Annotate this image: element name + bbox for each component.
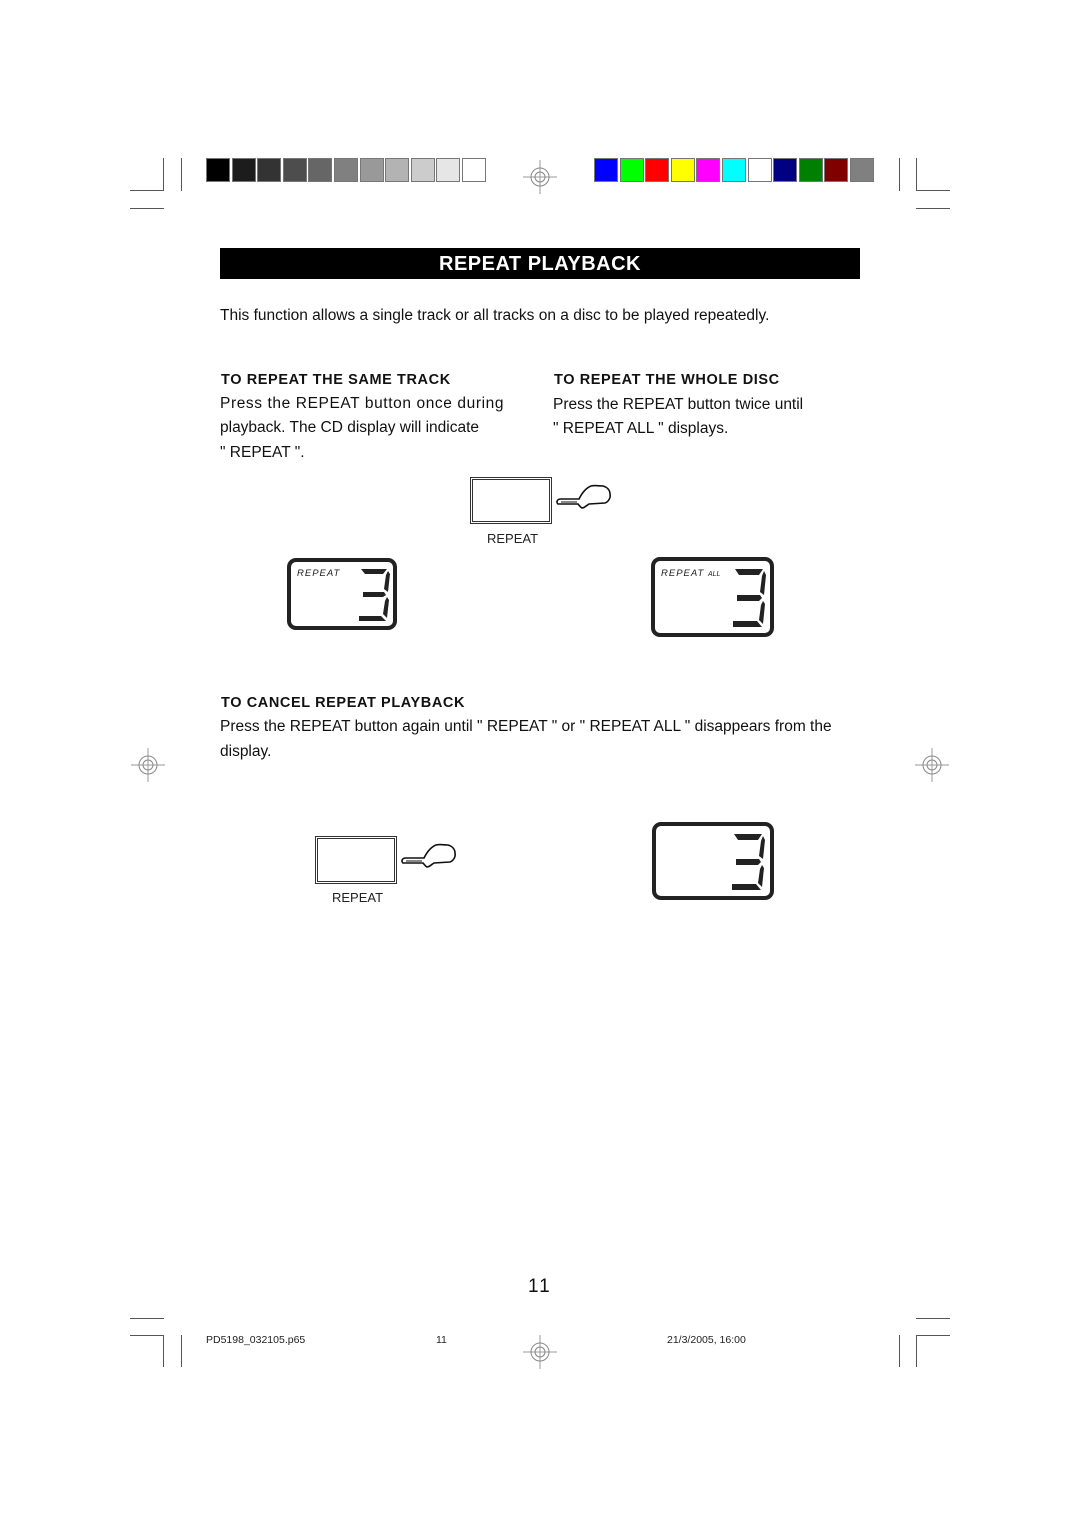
- lcd-digit-3: [359, 569, 390, 621]
- color-swatch: [850, 158, 874, 182]
- color-swatch: [798, 158, 823, 182]
- same-track-line-3: " REPEAT ".: [220, 444, 305, 461]
- whole-disc-line-1: Press the REPEAT button twice until: [553, 396, 804, 413]
- color-swatch: [594, 158, 618, 182]
- color-swatch: [257, 158, 282, 182]
- registration-mark-icon: [131, 748, 165, 782]
- intro-text: This function allows a single track or a…: [220, 307, 770, 324]
- same-track-heading: TO REPEAT THE SAME TRACK: [221, 372, 451, 388]
- color-swatch: [436, 158, 461, 182]
- footer-file-name: PD5198_032105.p65: [206, 1334, 306, 1346]
- lcd-display-cleared: [652, 822, 774, 900]
- registration-mark-icon: [523, 1335, 557, 1369]
- registration-mark-icon: [915, 748, 949, 782]
- registration-mark-icon: [523, 160, 557, 194]
- color-swatch: [410, 158, 435, 182]
- lcd-digit-3: [733, 569, 766, 627]
- lcd-indicator-repeat: REPEAT: [297, 568, 341, 579]
- cancel-line-2: display.: [220, 743, 272, 760]
- repeat-button-illustration: [470, 477, 552, 524]
- pointing-hand-icon: [401, 843, 456, 868]
- color-swatch: [722, 158, 746, 182]
- section-title: REPEAT PLAYBACK: [220, 248, 860, 279]
- lcd-indicator-text: REPEAT: [661, 568, 705, 579]
- lcd-digit-3: [732, 834, 765, 890]
- color-swatch: [619, 158, 644, 182]
- lcd-display-repeat-all: REPEAT ALL: [651, 557, 774, 637]
- lcd-display-repeat: REPEAT: [287, 558, 397, 630]
- same-track-line-1: Press the REPEAT button once during: [220, 395, 505, 412]
- repeat-button-label: REPEAT: [332, 890, 384, 905]
- repeat-button-illustration: [315, 836, 397, 884]
- color-swatch: [645, 158, 670, 182]
- color-swatch: [282, 158, 307, 182]
- same-track-line-2: playback. The CD display will indicate: [220, 419, 480, 436]
- footer-datetime: 21/3/2005, 16:00: [667, 1334, 746, 1346]
- cancel-heading: TO CANCEL REPEAT PLAYBACK: [221, 695, 466, 711]
- whole-disc-line-2: " REPEAT ALL " displays.: [553, 420, 729, 437]
- color-swatch: [747, 158, 772, 182]
- page-number: 11: [528, 1276, 552, 1297]
- color-swatch: [462, 158, 486, 182]
- color-swatch: [773, 158, 798, 182]
- color-swatch: [206, 158, 230, 182]
- lcd-indicator-repeat-all: REPEAT ALL: [661, 568, 720, 579]
- color-swatch: [231, 158, 256, 182]
- whole-disc-heading: TO REPEAT THE WHOLE DISC: [554, 372, 780, 388]
- color-swatch: [334, 158, 358, 182]
- color-swatch: [359, 158, 384, 182]
- color-swatch: [308, 158, 333, 182]
- color-swatch: [670, 158, 695, 182]
- color-swatch: [385, 158, 410, 182]
- color-swatch: [696, 158, 721, 182]
- footer-page: 11: [436, 1334, 447, 1346]
- repeat-button-label: REPEAT: [487, 531, 539, 546]
- color-swatch: [824, 158, 849, 182]
- pointing-hand-icon: [556, 484, 611, 509]
- lcd-indicator-suffix: ALL: [707, 571, 721, 578]
- cancel-line-1: Press the REPEAT button again until " RE…: [220, 718, 832, 735]
